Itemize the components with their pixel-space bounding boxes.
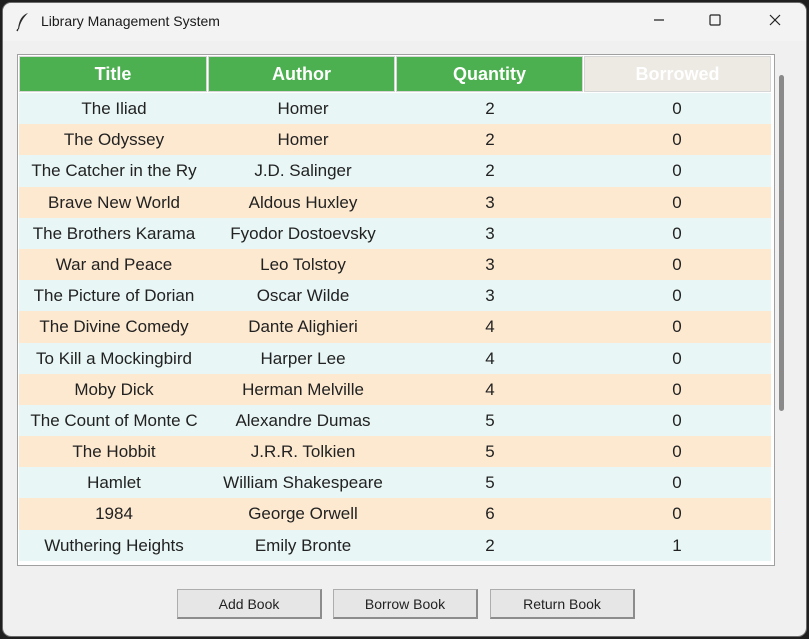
cell-title: Moby Dick — [74, 379, 154, 399]
cell-author: Homer — [277, 99, 329, 118]
feather-icon — [15, 12, 31, 32]
cell-quantity: 4 — [485, 317, 495, 337]
cell-title: 1984 — [95, 504, 133, 524]
cell-quantity: 3 — [485, 192, 495, 212]
cell-borrowed: 0 — [672, 379, 682, 399]
table-row[interactable]: The Hobbit J.R.R. Tolkien 5 0 — [19, 436, 771, 468]
column-header-title[interactable]: Title — [19, 56, 207, 92]
cell-quantity: 5 — [485, 442, 495, 462]
cell-author: Oscar Wilde — [256, 286, 350, 306]
cell-borrowed: 0 — [672, 348, 682, 368]
title-bar: Library Management System — [3, 3, 806, 41]
column-header-borrowed[interactable]: Borrowed — [584, 56, 771, 92]
table-row[interactable]: The Catcher in the Ry J.D. Salinger 2 0 — [19, 155, 771, 187]
cell-author: Alexandre Dumas — [235, 410, 371, 430]
cell-title: War and Peace — [55, 254, 173, 274]
cell-author: J.R.R. Tolkien — [250, 442, 356, 462]
cell-title: The Catcher in the Ry — [31, 161, 197, 181]
cell-author: Fyodor Dostoevsky — [230, 223, 376, 243]
cell-author: Emily Bronte — [254, 535, 352, 555]
table-row[interactable]: The Divine Comedy Dante Alighieri 4 0 — [19, 311, 771, 343]
cell-author: Herman Melville — [242, 379, 364, 399]
maximize-button[interactable] — [692, 3, 738, 41]
cell-borrowed: 0 — [672, 223, 682, 243]
cell-author: Aldous Huxley — [248, 192, 358, 212]
column-header-author[interactable]: Author — [208, 56, 395, 92]
table-row[interactable]: The Odyssey Homer 2 0 — [19, 124, 771, 156]
cell-borrowed: 0 — [672, 410, 682, 430]
cell-quantity: 5 — [485, 473, 495, 493]
cell-quantity: 4 — [485, 379, 495, 399]
cell-title: The Hobbit — [72, 442, 156, 462]
cell-author: George Orwell — [248, 504, 358, 524]
cell-borrowed: 0 — [672, 286, 682, 306]
cell-author: J.D. Salinger — [254, 161, 352, 181]
cell-quantity: 3 — [485, 223, 495, 243]
cell-title: The Brothers Karama — [32, 223, 196, 243]
cell-borrowed: 0 — [672, 473, 682, 493]
table-row[interactable]: The Picture of Dorian Oscar Wilde 3 0 — [19, 280, 771, 312]
cell-title: The Iliad — [81, 99, 147, 118]
return-book-button[interactable]: Return Book — [490, 589, 635, 619]
cell-author: Leo Tolstoy — [260, 254, 346, 274]
table-row[interactable]: Hamlet William Shakespeare 5 0 — [19, 467, 771, 499]
cell-title: To Kill a Mockingbird — [36, 348, 192, 368]
cell-title: Hamlet — [87, 473, 141, 493]
cell-quantity: 4 — [485, 348, 495, 368]
cell-quantity: 2 — [485, 99, 495, 118]
cell-title: Brave New World — [48, 192, 180, 212]
table-row[interactable]: War and Peace Leo Tolstoy 3 0 — [19, 248, 771, 281]
table-header: Title Author Quantity Borrowed — [19, 56, 771, 92]
cell-title: The Divine Comedy — [39, 317, 189, 337]
cell-author: Harper Lee — [260, 348, 346, 368]
cell-quantity: 5 — [485, 410, 495, 430]
cell-author: William Shakespeare — [223, 473, 383, 493]
table-row[interactable]: Moby Dick Herman Melville 4 0 — [19, 373, 771, 405]
minimize-icon — [653, 13, 665, 31]
cell-quantity: 2 — [485, 535, 495, 555]
table-row[interactable]: Brave New World Aldous Huxley 3 0 — [19, 186, 771, 218]
table-row[interactable]: 1984 George Orwell 6 0 — [19, 498, 771, 530]
cell-borrowed: 1 — [672, 535, 682, 555]
app-window: Library Management System Title Author Q… — [3, 3, 806, 636]
table-row[interactable]: The Count of Monte C Alexandre Dumas 5 0 — [19, 404, 771, 437]
cell-borrowed: 0 — [672, 99, 682, 118]
table-row[interactable]: The Iliad Homer 2 0 — [19, 93, 771, 125]
window-title: Library Management System — [41, 13, 220, 29]
cell-borrowed: 0 — [672, 161, 682, 181]
maximize-icon — [709, 13, 721, 31]
cell-quantity: 2 — [485, 130, 495, 150]
cell-borrowed: 0 — [672, 192, 682, 212]
table-row[interactable]: Wuthering Heights Emily Bronte 2 1 — [19, 529, 771, 561]
cell-borrowed: 0 — [672, 317, 682, 337]
column-header-quantity[interactable]: Quantity — [396, 56, 583, 92]
add-book-button[interactable]: Add Book — [177, 589, 322, 619]
cell-quantity: 2 — [485, 161, 495, 181]
vertical-scrollbar[interactable] — [779, 75, 784, 411]
table-body: The Iliad Homer 2 0 The Odyssey Homer 2 … — [19, 93, 771, 561]
cell-title: The Odyssey — [63, 130, 165, 150]
cell-quantity: 3 — [485, 286, 495, 306]
cell-author: Dante Alighieri — [248, 317, 358, 337]
cell-borrowed: 0 — [672, 254, 682, 274]
table-row[interactable]: To Kill a Mockingbird Harper Lee 4 0 — [19, 342, 771, 374]
close-button[interactable] — [752, 3, 798, 41]
cell-quantity: 3 — [485, 254, 495, 274]
borrow-book-button[interactable]: Borrow Book — [333, 589, 478, 619]
cell-title: The Count of Monte C — [30, 410, 198, 430]
cell-quantity: 6 — [485, 504, 495, 524]
cell-borrowed: 0 — [672, 130, 682, 150]
minimize-button[interactable] — [636, 3, 682, 41]
books-table[interactable]: Title Author Quantity Borrowed The Iliad… — [17, 54, 775, 566]
table-row[interactable]: The Brothers Karama Fyodor Dostoevsky 3 … — [19, 217, 771, 249]
cell-borrowed: 0 — [672, 442, 682, 462]
close-icon — [769, 13, 781, 31]
cell-borrowed: 0 — [672, 504, 682, 524]
cell-title: Wuthering Heights — [44, 535, 184, 555]
cell-author: Homer — [277, 130, 329, 150]
cell-title: The Picture of Dorian — [33, 286, 195, 306]
